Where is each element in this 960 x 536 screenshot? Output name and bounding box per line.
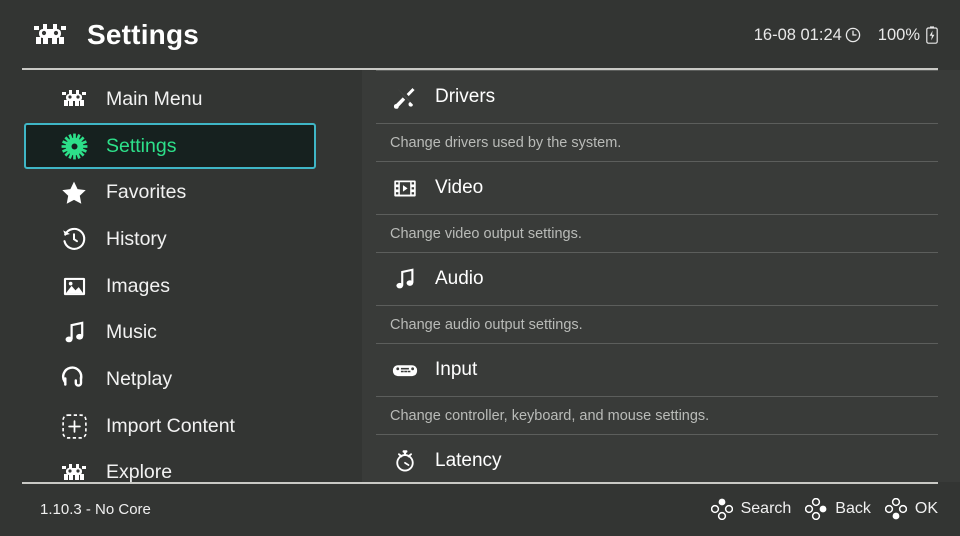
image-icon <box>60 272 88 300</box>
sidebar-item-history[interactable]: History <box>24 216 316 263</box>
footer-hint-label: OK <box>914 500 938 517</box>
sidebar-item-settings[interactable]: Settings <box>24 122 316 170</box>
footer-divider <box>22 482 938 484</box>
sidebar-item-import-content[interactable]: Import Content <box>24 403 316 450</box>
sidebar-item-main-menu[interactable]: Main Menu <box>24 76 316 123</box>
header-title-group: Settings <box>30 19 199 51</box>
settings-entry-label: Video <box>435 177 484 198</box>
footer-hint-label: Back <box>835 500 871 517</box>
settings-entry-label: Audio <box>435 268 484 289</box>
settings-entry-sublabel: Change drivers used by the system. <box>390 134 622 151</box>
netplay-icon <box>60 365 88 393</box>
settings-entry-sublabel-row: Change audio output settings. <box>376 306 938 343</box>
settings-entry-input[interactable]: Input <box>376 344 938 396</box>
music-note-icon <box>60 319 88 347</box>
footer-hint-label: Search <box>740 500 792 517</box>
retroarch-invader-icon <box>60 85 88 113</box>
dpad-down-icon <box>884 497 908 520</box>
settings-entry-audio[interactable]: Audio <box>376 253 938 305</box>
footer-hint-search[interactable]: Search <box>710 498 792 521</box>
header-bar: Settings 16-08 01:24 100% <box>0 0 960 70</box>
version-status: 1.10.3 - No Core <box>40 500 151 518</box>
sidebar-item-label: Settings <box>106 134 177 157</box>
settings-list: Drivers Change drivers used by the syste… <box>362 70 960 482</box>
stopwatch-icon <box>392 448 418 474</box>
sidebar-item-images[interactable]: Images <box>24 263 316 310</box>
settings-entry-sublabel-row: Change controller, keyboard, and mouse s… <box>376 397 938 434</box>
settings-entry-sublabel-row: Change video output settings. <box>376 215 938 252</box>
page-title: Settings <box>87 19 200 50</box>
settings-entry-sublabel: Change audio output settings. <box>390 316 583 333</box>
sidebar-item-label: Images <box>106 274 170 297</box>
sidebar-item-label: Favorites <box>106 181 187 204</box>
dpad-up-icon <box>710 498 733 521</box>
music-note-icon <box>392 266 418 292</box>
sidebar-item-favorites[interactable]: Favorites <box>24 169 316 216</box>
sidebar: Main Menu Settings Favorites History Ima… <box>0 70 340 482</box>
tools-icon <box>392 84 418 110</box>
settings-entry-sublabel-row: Change drivers used by the system. <box>376 124 938 161</box>
sidebar-item-label: Main Menu <box>106 87 203 110</box>
battery-icon <box>926 26 938 44</box>
history-clock-icon <box>60 225 88 253</box>
sidebar-item-explore[interactable]: Explore <box>24 450 316 482</box>
settings-entry-sublabel: Change controller, keyboard, and mouse s… <box>390 407 710 424</box>
header-status-group: 16-08 01:24 100% <box>754 26 938 45</box>
plus-box-icon <box>60 412 88 440</box>
settings-entry-label: Drivers <box>435 86 496 107</box>
clock-icon <box>845 27 861 43</box>
footer-hint-back[interactable]: Back <box>805 497 871 521</box>
footer-hint-ok[interactable]: OK <box>884 497 938 520</box>
sidebar-item-label: History <box>106 227 167 250</box>
settings-entry-latency[interactable]: Latency <box>376 435 938 482</box>
sidebar-item-label: Netplay <box>106 367 173 390</box>
battery-status: 100% <box>878 26 938 45</box>
retroarch-invader-icon <box>30 22 70 48</box>
gamepad-icon <box>392 357 418 383</box>
content-area: Main Menu Settings Favorites History Ima… <box>0 70 960 482</box>
retroarch-invader-icon <box>60 459 88 482</box>
settings-entry-label: Input <box>435 359 478 380</box>
clock-text: 16-08 01:24 <box>753 25 842 44</box>
gear-icon <box>60 132 88 160</box>
sidebar-item-label: Music <box>106 321 157 344</box>
footer-hints: Search Back OK <box>710 497 938 521</box>
battery-text: 100% <box>877 25 920 44</box>
clock-status: 16-08 01:24 <box>754 26 861 45</box>
sidebar-item-music[interactable]: Music <box>24 309 316 356</box>
footer-bar: 1.10.3 - No Core Search Back OK <box>0 482 960 536</box>
settings-entry-video[interactable]: Video <box>376 162 938 214</box>
star-icon <box>60 179 88 207</box>
film-icon <box>392 175 418 201</box>
settings-entry-label: Latency <box>435 450 502 471</box>
settings-entry-sublabel: Change video output settings. <box>390 225 582 242</box>
sidebar-item-netplay[interactable]: Netplay <box>24 356 316 403</box>
sidebar-item-label: Explore <box>106 461 173 482</box>
dpad-right-icon <box>805 497 827 521</box>
sidebar-item-label: Import Content <box>106 414 235 437</box>
retroarch-settings-screen: Settings 16-08 01:24 100% Main Menu Sett… <box>0 0 960 536</box>
settings-entry-drivers[interactable]: Drivers <box>376 71 938 123</box>
